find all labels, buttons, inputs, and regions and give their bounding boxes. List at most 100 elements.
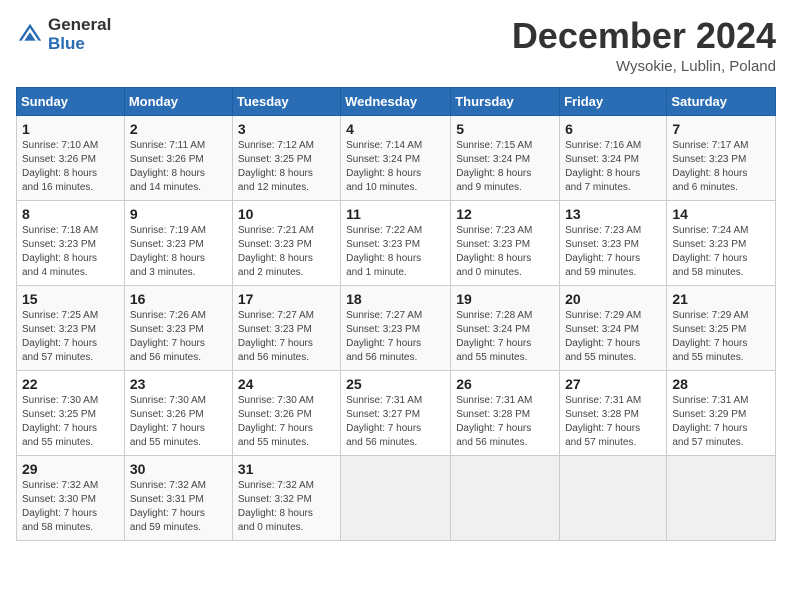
header-sunday: Sunday [17, 87, 125, 115]
calendar-cell [451, 455, 560, 540]
day-info: Sunrise: 7:23 AM Sunset: 3:23 PM Dayligh… [565, 224, 661, 280]
day-number: 5 [456, 121, 554, 137]
day-number: 17 [238, 291, 335, 307]
day-number: 3 [238, 121, 335, 137]
day-number: 21 [672, 291, 770, 307]
day-number: 7 [672, 121, 770, 137]
day-info: Sunrise: 7:31 AM Sunset: 3:29 PM Dayligh… [672, 394, 770, 450]
day-number: 9 [130, 206, 227, 222]
day-number: 22 [22, 376, 119, 392]
day-number: 29 [22, 461, 119, 477]
day-info: Sunrise: 7:29 AM Sunset: 3:24 PM Dayligh… [565, 309, 661, 365]
calendar-cell: 6Sunrise: 7:16 AM Sunset: 3:24 PM Daylig… [560, 115, 667, 200]
day-info: Sunrise: 7:26 AM Sunset: 3:23 PM Dayligh… [130, 309, 227, 365]
day-number: 23 [130, 376, 227, 392]
header-friday: Friday [560, 87, 667, 115]
day-number: 26 [456, 376, 554, 392]
day-info: Sunrise: 7:23 AM Sunset: 3:23 PM Dayligh… [456, 224, 554, 280]
day-info: Sunrise: 7:18 AM Sunset: 3:23 PM Dayligh… [22, 224, 119, 280]
calendar-cell: 29Sunrise: 7:32 AM Sunset: 3:30 PM Dayli… [17, 455, 125, 540]
day-number: 6 [565, 121, 661, 137]
calendar-cell: 25 Sunrise: 7:31 AM Sunset: 3:27 PM Dayli… [341, 370, 451, 455]
calendar-week-3: 15 Sunrise: 7:25 AM Sunset: 3:23 PM Dayli… [17, 285, 776, 370]
calendar-cell: 15 Sunrise: 7:25 AM Sunset: 3:23 PM Dayli… [17, 285, 125, 370]
day-info: Sunrise: 7:12 AM Sunset: 3:25 PM Dayligh… [238, 139, 335, 195]
header-saturday: Saturday [667, 87, 776, 115]
day-number: 31 [238, 461, 335, 477]
day-number: 15 [22, 291, 119, 307]
day-number: 25 [346, 376, 445, 392]
day-number: 12 [456, 206, 554, 222]
day-number: 20 [565, 291, 661, 307]
calendar-cell [341, 455, 451, 540]
calendar-cell: 24 Sunrise: 7:30 AM Sunset: 3:26 PM Dayli… [232, 370, 340, 455]
day-info: Sunrise: 7:30 AM Sunset: 3:26 PM Dayligh… [238, 394, 335, 450]
day-number: 11 [346, 206, 445, 222]
header-monday: Monday [124, 87, 232, 115]
day-info: Sunrise: 7:17 AM Sunset: 3:23 PM Dayligh… [672, 139, 770, 195]
day-number: 2 [130, 121, 227, 137]
day-info: Sunrise: 7:15 AM Sunset: 3:24 PM Dayligh… [456, 139, 554, 195]
day-number: 14 [672, 206, 770, 222]
day-info: Sunrise: 7:30 AM Sunset: 3:25 PM Dayligh… [22, 394, 119, 450]
calendar-cell: 30 Sunrise: 7:32 AM Sunset: 3:31 PM Dayli… [124, 455, 232, 540]
calendar-cell: 16 Sunrise: 7:26 AM Sunset: 3:23 PM Dayli… [124, 285, 232, 370]
day-info: Sunrise: 7:29 AM Sunset: 3:25 PM Dayligh… [672, 309, 770, 365]
calendar-cell: 20 Sunrise: 7:29 AM Sunset: 3:24 PM Dayli… [560, 285, 667, 370]
day-info: Sunrise: 7:22 AM Sunset: 3:23 PM Dayligh… [346, 224, 445, 280]
day-info: Sunrise: 7:27 AM Sunset: 3:23 PM Dayligh… [238, 309, 335, 365]
day-number: 19 [456, 291, 554, 307]
calendar-cell: 9 Sunrise: 7:19 AM Sunset: 3:23 PM Daylig… [124, 200, 232, 285]
day-info: Sunrise: 7:21 AM Sunset: 3:23 PM Dayligh… [238, 224, 335, 280]
day-info: Sunrise: 7:31 AM Sunset: 3:27 PM Dayligh… [346, 394, 445, 450]
day-info: Sunrise: 7:10 AM Sunset: 3:26 PM Dayligh… [22, 139, 119, 195]
calendar-cell: 31 Sunrise: 7:32 AM Sunset: 3:32 PM Dayli… [232, 455, 340, 540]
calendar-cell: 5 Sunrise: 7:15 AM Sunset: 3:24 PM Daylig… [451, 115, 560, 200]
day-info: Sunrise: 7:32 AM Sunset: 3:32 PM Dayligh… [238, 479, 335, 535]
day-info: Sunrise: 7:30 AM Sunset: 3:26 PM Dayligh… [130, 394, 227, 450]
day-number: 24 [238, 376, 335, 392]
day-info: Sunrise: 7:27 AM Sunset: 3:23 PM Dayligh… [346, 309, 445, 365]
calendar-cell: 22 Sunrise: 7:30 AM Sunset: 3:25 PM Dayli… [17, 370, 125, 455]
calendar-cell: 21 Sunrise: 7:29 AM Sunset: 3:25 PM Dayli… [667, 285, 776, 370]
day-number: 13 [565, 206, 661, 222]
day-info: Sunrise: 7:32 AM Sunset: 3:31 PM Dayligh… [130, 479, 227, 535]
calendar-table: SundayMondayTuesdayWednesdayThursdayFrid… [16, 87, 776, 541]
day-info: Sunrise: 7:14 AM Sunset: 3:24 PM Dayligh… [346, 139, 445, 195]
logo-blue-text: Blue [48, 35, 111, 54]
calendar-week-2: 8Sunrise: 7:18 AM Sunset: 3:23 PM Daylig… [17, 200, 776, 285]
day-number: 27 [565, 376, 661, 392]
day-number: 10 [238, 206, 335, 222]
header-thursday: Thursday [451, 87, 560, 115]
calendar-cell: 27 Sunrise: 7:31 AM Sunset: 3:28 PM Dayli… [560, 370, 667, 455]
calendar-cell: 4 Sunrise: 7:14 AM Sunset: 3:24 PM Daylig… [341, 115, 451, 200]
day-number: 30 [130, 461, 227, 477]
day-info: Sunrise: 7:31 AM Sunset: 3:28 PM Dayligh… [456, 394, 554, 450]
day-info: Sunrise: 7:24 AM Sunset: 3:23 PM Dayligh… [672, 224, 770, 280]
calendar-cell [560, 455, 667, 540]
day-info: Sunrise: 7:11 AM Sunset: 3:26 PM Dayligh… [130, 139, 227, 195]
header-row: SundayMondayTuesdayWednesdayThursdayFrid… [17, 87, 776, 115]
logo-general-text: General [48, 16, 111, 35]
calendar-cell: 18Sunrise: 7:27 AM Sunset: 3:23 PM Dayli… [341, 285, 451, 370]
calendar-cell: 1 Sunrise: 7:10 AM Sunset: 3:26 PM Daylig… [17, 115, 125, 200]
calendar-cell: 17 Sunrise: 7:27 AM Sunset: 3:23 PM Dayli… [232, 285, 340, 370]
day-number: 1 [22, 121, 119, 137]
calendar-week-1: 1 Sunrise: 7:10 AM Sunset: 3:26 PM Daylig… [17, 115, 776, 200]
day-info: Sunrise: 7:25 AM Sunset: 3:23 PM Dayligh… [22, 309, 119, 365]
calendar-cell: 19Sunrise: 7:28 AM Sunset: 3:24 PM Dayli… [451, 285, 560, 370]
page-header: General Blue December 2024 Wysokie, Lubl… [16, 16, 776, 75]
title-block: December 2024 Wysokie, Lublin, Poland [512, 16, 776, 75]
calendar-cell: 3 Sunrise: 7:12 AM Sunset: 3:25 PM Daylig… [232, 115, 340, 200]
calendar-cell: 26 Sunrise: 7:31 AM Sunset: 3:28 PM Dayli… [451, 370, 560, 455]
calendar-week-4: 22 Sunrise: 7:30 AM Sunset: 3:25 PM Dayli… [17, 370, 776, 455]
day-number: 16 [130, 291, 227, 307]
day-info: Sunrise: 7:19 AM Sunset: 3:23 PM Dayligh… [130, 224, 227, 280]
calendar-week-5: 29Sunrise: 7:32 AM Sunset: 3:30 PM Dayli… [17, 455, 776, 540]
header-wednesday: Wednesday [341, 87, 451, 115]
day-info: Sunrise: 7:31 AM Sunset: 3:28 PM Dayligh… [565, 394, 661, 450]
day-number: 4 [346, 121, 445, 137]
month-title: December 2024 [512, 16, 776, 56]
calendar-cell: 28Sunrise: 7:31 AM Sunset: 3:29 PM Dayli… [667, 370, 776, 455]
calendar-cell: 12 Sunrise: 7:23 AM Sunset: 3:23 PM Dayli… [451, 200, 560, 285]
